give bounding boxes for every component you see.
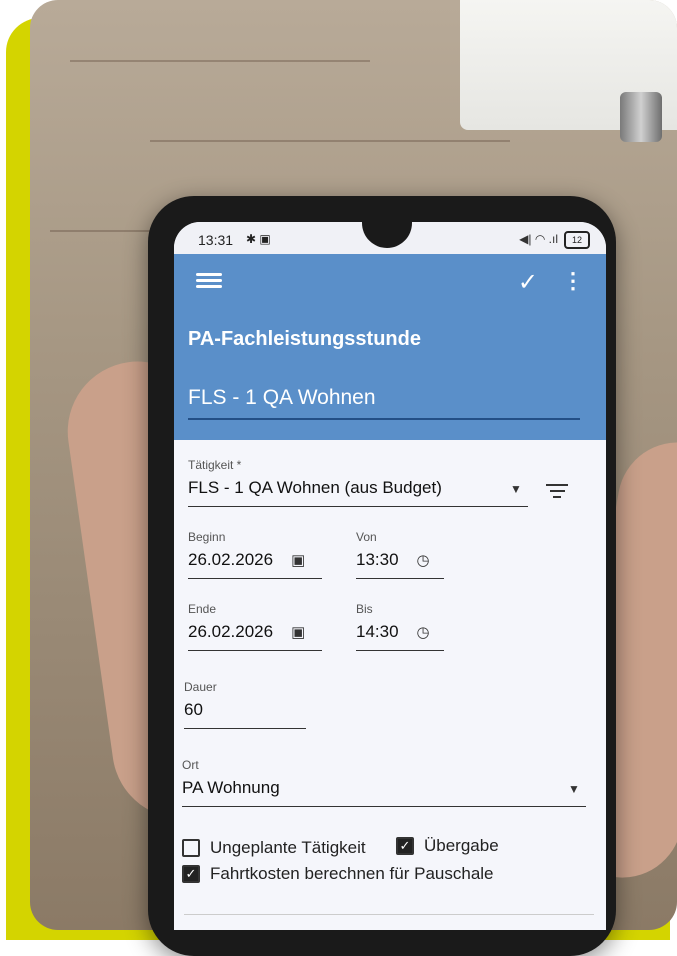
von-value: 13:30 xyxy=(356,550,399,569)
dauer-underline xyxy=(184,728,306,729)
beginn-underline xyxy=(188,578,322,579)
check-icon[interactable]: ✓ xyxy=(518,268,538,297)
beginn-field[interactable]: Beginn 26.02.2026 ▣ xyxy=(188,530,322,579)
clock-icon[interactable]: ◷ xyxy=(417,623,430,641)
checkbox-label: Fahrtkosten berechnen für Pauschale xyxy=(210,864,494,883)
taetigkeit-underline xyxy=(188,506,528,507)
checkbox-icon[interactable] xyxy=(182,839,200,857)
status-time: 13:31 xyxy=(198,232,234,248)
von-label: Von xyxy=(356,530,377,544)
checkbox-checked-icon[interactable]: ✓ xyxy=(396,837,414,855)
beginn-value: 26.02.2026 xyxy=(188,550,274,569)
bis-label: Bis xyxy=(356,602,373,616)
filter-icon[interactable] xyxy=(546,480,568,502)
ende-underline xyxy=(188,650,322,651)
dauer-value: 60 xyxy=(184,700,203,719)
bottom-divider xyxy=(184,914,594,915)
ende-value: 26.02.2026 xyxy=(188,622,274,641)
floor-plank xyxy=(70,60,370,62)
calendar-icon[interactable]: ▣ xyxy=(291,551,305,569)
ort-underline xyxy=(182,806,586,807)
dropdown-arrow-icon[interactable]: ▼ xyxy=(510,482,522,496)
trash-bin xyxy=(620,92,662,142)
battery-icon: 12 xyxy=(564,231,590,249)
bis-field[interactable]: Bis 14:30 ◷ xyxy=(356,602,444,651)
checkbox-uebergabe[interactable]: ✓ Übergabe xyxy=(396,836,499,856)
dauer-label: Dauer xyxy=(184,680,217,694)
clock-icon[interactable]: ◷ xyxy=(417,551,430,569)
checkbox-checked-icon[interactable]: ✓ xyxy=(182,865,200,883)
ende-label: Ende xyxy=(188,602,217,616)
more-icon[interactable]: ⋮ xyxy=(562,268,584,294)
dropdown-arrow-icon[interactable]: ▼ xyxy=(568,782,580,796)
phone-screen: 13:31 ✱ ▣ ◀| ◠ .ıl 12 ✓ ⋮ PA-Fachleistun… xyxy=(174,222,606,930)
ort-value: PA Wohnung xyxy=(182,778,280,797)
von-underline xyxy=(356,578,444,579)
calendar-icon[interactable]: ▣ xyxy=(291,623,305,641)
ort-field[interactable]: Ort PA Wohnung xyxy=(182,758,586,807)
beginn-label: Beginn xyxy=(188,530,226,544)
status-left-icons: ✱ ▣ xyxy=(246,232,271,246)
checkbox-label: Ungeplante Tätigkeit xyxy=(210,838,366,857)
subtitle-underline xyxy=(188,418,580,420)
floor-plank xyxy=(150,140,510,142)
bis-value: 14:30 xyxy=(356,622,399,641)
menu-icon[interactable] xyxy=(196,270,222,292)
taetigkeit-field[interactable]: Tätigkeit * FLS - 1 QA Wohnen (aus Budge… xyxy=(188,458,528,507)
app-bar: ✓ ⋮ PA-Fachleistungsstunde FLS - 1 QA Wo… xyxy=(174,254,606,440)
checkbox-fahrtkosten[interactable]: ✓ Fahrtkosten berechnen für Pauschale xyxy=(182,864,494,884)
ort-label: Ort xyxy=(182,758,199,772)
dauer-field[interactable]: Dauer 60 xyxy=(184,680,306,729)
taetigkeit-value: FLS - 1 QA Wohnen (aus Budget) xyxy=(188,478,442,497)
von-field[interactable]: Von 13:30 ◷ xyxy=(356,530,444,579)
page-subtitle-input[interactable]: FLS - 1 QA Wohnen xyxy=(188,386,376,410)
checkbox-ungeplante[interactable]: Ungeplante Tätigkeit xyxy=(182,838,366,858)
page-title: PA-Fachleistungsstunde xyxy=(188,328,421,350)
taetigkeit-label: Tätigkeit * xyxy=(188,458,242,472)
status-right-icons: ◀| ◠ .ıl xyxy=(519,232,558,246)
bis-underline xyxy=(356,650,444,651)
checkbox-label: Übergabe xyxy=(424,836,499,855)
ende-field[interactable]: Ende 26.02.2026 ▣ xyxy=(188,602,322,651)
